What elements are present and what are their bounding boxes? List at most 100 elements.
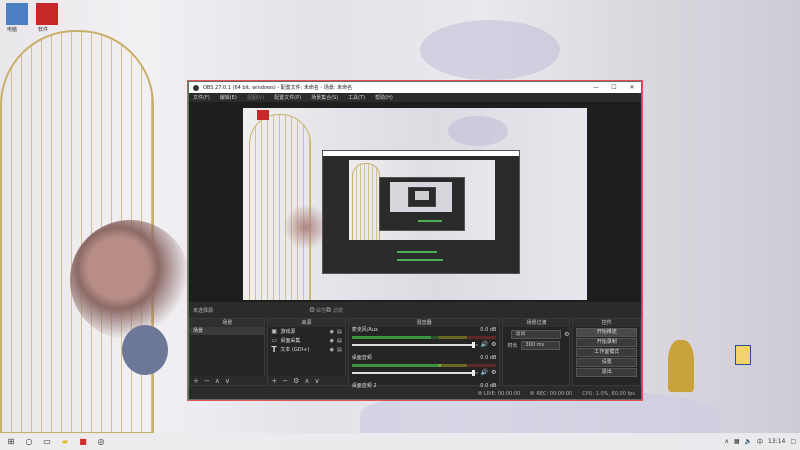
network-icon[interactable]: ▦ bbox=[734, 438, 740, 445]
studio-mode-button[interactable]: 工作室模式 bbox=[576, 348, 637, 357]
red-app-taskbar-icon[interactable]: ■ bbox=[76, 436, 90, 448]
input-language[interactable]: 中 bbox=[757, 437, 763, 446]
source-label: 文本 (GDI+) bbox=[280, 347, 310, 353]
menu-file[interactable]: 文件(F) bbox=[193, 94, 210, 101]
live-dot-icon bbox=[477, 391, 482, 395]
nested-preview bbox=[349, 160, 495, 240]
lock-icon[interactable]: ▤ bbox=[337, 329, 342, 335]
volume-slider[interactable] bbox=[351, 341, 478, 348]
move-source-down-button[interactable]: ∨ bbox=[315, 377, 320, 385]
windows-start-icon[interactable]: ⊞ bbox=[4, 436, 18, 448]
wallpaper-ornament bbox=[668, 340, 694, 392]
notification-icon[interactable]: ▢ bbox=[790, 438, 796, 445]
live-status: LIVE: 00:00:00 bbox=[477, 391, 521, 397]
source-label: 游戏源 bbox=[280, 329, 296, 335]
scene-item[interactable]: 场景 bbox=[190, 327, 265, 335]
mixer-dock-title: 混音器 bbox=[348, 319, 500, 327]
task-view-icon[interactable]: ▭ bbox=[40, 436, 54, 448]
red-app-icon[interactable] bbox=[36, 3, 58, 25]
rec-dot-icon bbox=[530, 391, 535, 395]
move-scene-down-button[interactable]: ∨ bbox=[225, 377, 230, 385]
source-item[interactable]: ▭ 桌面采集 ◉ ▤ bbox=[268, 336, 344, 345]
scenes-toolbar: + − ∧ ∨ bbox=[190, 376, 268, 385]
live-timer: LIVE: 00:00:00 bbox=[483, 391, 521, 397]
remove-scene-button[interactable]: − bbox=[204, 377, 210, 385]
menu-bar: 文件(F) 编辑(E) 视图(V) 配置文件(P) 场景集合(S) 工具(T) … bbox=[189, 93, 641, 102]
sources-dock: 来源 ▣ 游戏源 ◉ ▤ ▭ 桌面采集 ◉ ▤ T 文本 (GDI+) ◉ ▤ … bbox=[267, 318, 348, 386]
gear-icon[interactable]: ⚙ bbox=[491, 369, 496, 376]
window-title: OBS 27.0.1 (64 bit, windows) - 配置文件: 未命名… bbox=[203, 85, 353, 91]
search-icon[interactable]: ○ bbox=[22, 436, 36, 448]
move-source-up-button[interactable]: ∧ bbox=[304, 377, 309, 385]
minimize-button[interactable]: — bbox=[587, 82, 605, 93]
wallpaper-flowers bbox=[70, 220, 190, 340]
selected-source-label: 未选择源 bbox=[193, 307, 214, 314]
mixer-channel: 麦克风/Aux 0.0 dB 🔊 ⚙ bbox=[349, 327, 500, 355]
obs-window: OBS 27.0.1 (64 bit, windows) - 配置文件: 未命名… bbox=[188, 81, 642, 400]
cpu-status: CPU: 1.0%, 60.00 fps bbox=[582, 391, 635, 397]
mixer-dock: 混音器 麦克风/Aux 0.0 dB 🔊 ⚙ 桌面音频 0.0 dB 🔊 ⚙ 桌… bbox=[347, 318, 501, 389]
add-source-button[interactable]: + bbox=[271, 377, 277, 385]
system-tray: ∧ ▦ 🔈 中 13:14 ▢ bbox=[724, 433, 796, 450]
menu-scene-collection[interactable]: 场景集合(S) bbox=[311, 94, 338, 101]
nested-obs-window-2 bbox=[379, 177, 465, 231]
controls-dock-title: 控件 bbox=[573, 319, 640, 327]
volume-icon[interactable]: 🔈 bbox=[745, 438, 752, 445]
visibility-eye-icon[interactable]: ◉ bbox=[330, 329, 334, 335]
filters-button[interactable]: 滤镜 bbox=[333, 307, 343, 314]
source-item[interactable]: T 文本 (GDI+) ◉ ▤ bbox=[268, 345, 344, 354]
text-icon: T bbox=[271, 345, 277, 354]
source-label: 桌面采集 bbox=[280, 338, 301, 344]
rec-timer: REC: 00:00:00 bbox=[536, 391, 573, 397]
transition-properties-gear-icon[interactable]: ⚙ bbox=[564, 331, 569, 338]
nested-preview-2 bbox=[390, 182, 452, 212]
source-properties-button[interactable]: ⚙ bbox=[293, 377, 299, 385]
remove-source-button[interactable]: − bbox=[282, 377, 288, 385]
start-recording-button[interactable]: 开始录制 bbox=[576, 338, 637, 347]
maximize-button[interactable]: ☐ bbox=[605, 82, 623, 93]
preview-canvas[interactable] bbox=[243, 108, 587, 300]
visibility-eye-icon[interactable]: ◉ bbox=[330, 347, 334, 353]
audio-meter bbox=[351, 364, 497, 367]
filter-icon[interactable]: ⧉ bbox=[326, 306, 331, 315]
menu-view[interactable]: 视图(V) bbox=[247, 94, 264, 101]
start-streaming-button[interactable]: 开始推流 bbox=[576, 328, 637, 337]
add-scene-button[interactable]: + bbox=[193, 377, 199, 385]
preview-figure bbox=[448, 116, 508, 146]
visibility-eye-icon[interactable]: ◉ bbox=[330, 338, 334, 344]
gear-icon[interactable]: ⚙ bbox=[491, 341, 496, 348]
camera-icon: ▣ bbox=[271, 328, 278, 335]
chevron-up-icon[interactable]: ∧ bbox=[724, 438, 728, 445]
duration-input[interactable]: 300 ms bbox=[521, 341, 561, 350]
channel-db: 0.0 dB bbox=[480, 355, 497, 361]
move-scene-up-button[interactable]: ∧ bbox=[215, 377, 220, 385]
menu-profile[interactable]: 配置文件(P) bbox=[274, 94, 301, 101]
lock-icon[interactable]: ▤ bbox=[337, 338, 342, 344]
settings-button[interactable]: 设置 bbox=[576, 358, 637, 367]
speaker-icon[interactable]: 🔊 bbox=[481, 369, 488, 376]
menu-tools[interactable]: 工具(T) bbox=[348, 94, 365, 101]
document-icon[interactable] bbox=[735, 345, 751, 365]
nested-docks bbox=[323, 243, 519, 273]
speaker-icon[interactable]: 🔊 bbox=[481, 341, 488, 348]
audio-meter bbox=[351, 336, 497, 339]
desktop-icon-label: 软件 bbox=[38, 27, 49, 33]
lock-icon[interactable]: ▤ bbox=[337, 347, 342, 353]
channel-name: 麦克风/Aux bbox=[351, 327, 378, 333]
volume-slider[interactable] bbox=[351, 369, 478, 376]
clock[interactable]: 13:14 bbox=[768, 438, 785, 445]
close-button[interactable]: ✕ bbox=[623, 82, 641, 93]
pc-icon[interactable] bbox=[6, 3, 28, 25]
menu-help[interactable]: 帮助(H) bbox=[375, 94, 393, 101]
status-bar: LIVE: 00:00:00 REC: 00:00:00 CPU: 1.0%, … bbox=[189, 389, 641, 399]
title-bar[interactable]: OBS 27.0.1 (64 bit, windows) - 配置文件: 未命名… bbox=[189, 82, 641, 93]
menu-edit[interactable]: 编辑(E) bbox=[220, 94, 237, 101]
obs-taskbar-icon[interactable]: ◎ bbox=[94, 436, 108, 448]
source-item[interactable]: ▣ 游戏源 ◉ ▤ bbox=[268, 327, 344, 336]
nested-meter bbox=[418, 220, 442, 222]
gear-icon[interactable]: ⚙ bbox=[309, 306, 315, 314]
file-explorer-icon[interactable]: ▰ bbox=[58, 436, 72, 448]
exit-button[interactable]: 退出 bbox=[576, 368, 637, 377]
properties-button[interactable]: 属性 bbox=[316, 307, 326, 314]
transition-select[interactable]: 淡出 bbox=[511, 330, 562, 339]
